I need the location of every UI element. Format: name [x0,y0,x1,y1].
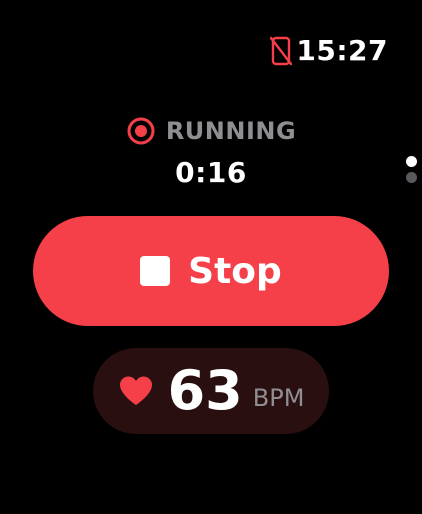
heart-rate-value: 63 [167,359,243,422]
heart-rate-display: 63 BPM [93,348,329,434]
clock-time: 15:27 [296,34,388,67]
session-header: RUNNING 0:16 [0,116,422,189]
heart-icon [118,375,154,407]
stop-button-label: Stop [188,250,282,292]
phone-disconnected-icon [270,36,293,66]
stop-button[interactable]: Stop [33,216,389,326]
page-dot-active [406,156,417,167]
page-indicator[interactable] [406,156,417,183]
stop-icon [140,256,171,286]
heart-rate-unit: BPM [252,384,305,412]
elapsed-time: 0:16 [175,156,247,189]
session-status-label: RUNNING [165,117,297,145]
session-status-row: RUNNING [126,116,296,146]
record-icon [126,116,156,146]
page-dot [406,172,417,183]
status-bar: 15:27 [270,36,388,66]
